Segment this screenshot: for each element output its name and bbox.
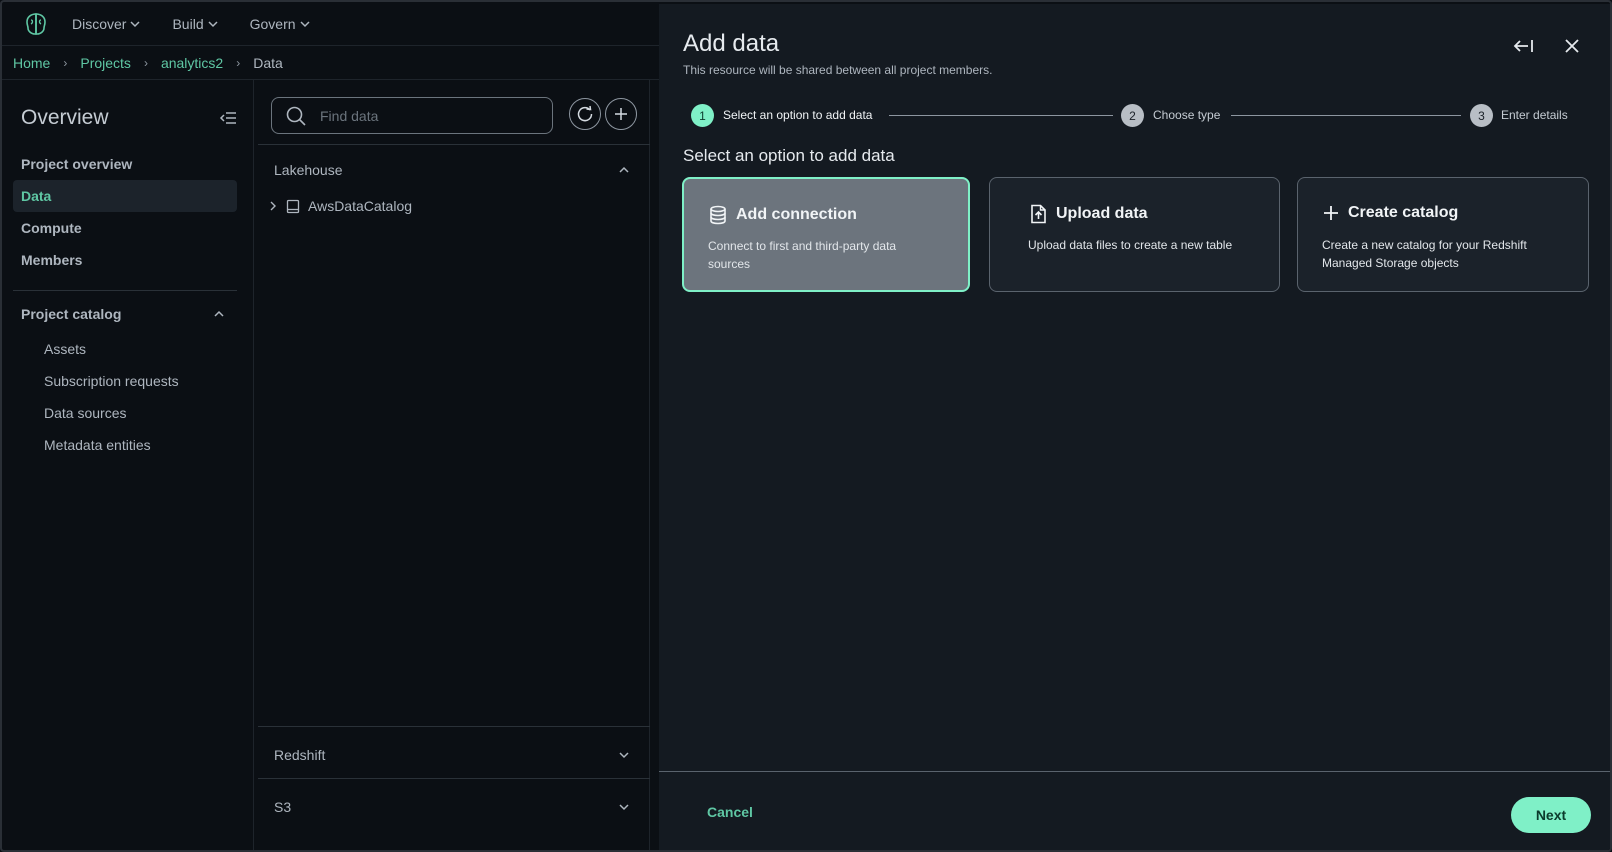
option-create-catalog[interactable]: Create catalog Create a new catalog for … xyxy=(1297,177,1589,292)
sidebar-subitem-metadata-entities[interactable]: Metadata entities xyxy=(44,437,151,453)
option-description: Create a new catalog for your Redshift M… xyxy=(1322,238,1527,270)
sidebar-item-project-catalog[interactable]: Project catalog xyxy=(13,298,237,330)
sidebar-subitem-data-sources[interactable]: Data sources xyxy=(44,405,126,421)
search-icon xyxy=(286,106,306,126)
chevron-right-icon: › xyxy=(63,55,68,70)
sidebar-item-project-overview[interactable]: Project overview xyxy=(13,148,237,180)
search-input[interactable] xyxy=(320,107,520,124)
step-3-label: Enter details xyxy=(1501,108,1568,122)
catalog-book-icon xyxy=(286,199,300,213)
nav-build[interactable]: Build xyxy=(172,15,218,32)
sidebar: Overview Project overview Data Compute M… xyxy=(2,80,254,850)
breadcrumb: Home › Projects › analytics2 › Data xyxy=(2,46,659,80)
stepper: 1 Select an option to add data 2 Choose … xyxy=(691,104,1571,128)
chevron-up-icon[interactable] xyxy=(618,164,630,176)
step-1-number: 1 xyxy=(691,104,714,127)
chevron-right-icon: › xyxy=(236,55,241,70)
chevron-down-icon xyxy=(208,20,218,27)
chevron-right-icon: › xyxy=(143,55,148,70)
tree-item-awsdatacatalog[interactable]: AwsDataCatalog xyxy=(268,198,412,214)
nav-discover[interactable]: Discover xyxy=(72,16,140,32)
add-data-drawer: Add data This resource will be shared be… xyxy=(659,4,1610,850)
data-panel: Lakehouse AwsDataCatalog Redshift S3 xyxy=(254,80,650,850)
plus-icon xyxy=(615,108,627,120)
add-button[interactable] xyxy=(605,98,637,130)
chevron-down-icon[interactable] xyxy=(618,749,630,761)
option-title-label: Create catalog xyxy=(1348,204,1459,221)
option-add-connection[interactable]: Add connection Connect to first and thir… xyxy=(682,177,970,292)
sidebar-item-label: Data xyxy=(21,188,52,204)
collapse-sidebar-icon[interactable] xyxy=(219,110,237,126)
breadcrumb-projects[interactable]: Projects xyxy=(80,55,131,71)
app-frame: Discover Build Govern Home › Projects › … xyxy=(0,0,1612,852)
sidebar-title: Overview xyxy=(21,106,109,129)
dock-left-button[interactable] xyxy=(1512,34,1536,58)
sidebar-item-data[interactable]: Data xyxy=(13,180,237,212)
sidebar-item-members[interactable]: Members xyxy=(13,244,237,276)
nav-build-label: Build xyxy=(172,15,204,32)
chevron-down-icon xyxy=(300,20,310,27)
tree-item-label: AwsDataCatalog xyxy=(308,198,413,214)
refresh-icon xyxy=(577,105,593,122)
option-title-label: Add connection xyxy=(736,206,857,223)
sidebar-divider xyxy=(13,290,237,291)
step-connector xyxy=(1231,115,1461,116)
step-2-label: Choose type xyxy=(1153,108,1221,122)
chevron-right-icon xyxy=(270,201,276,211)
sidebar-item-label: Project catalog xyxy=(21,306,122,322)
option-upload-data[interactable]: Upload data Upload data files to create … xyxy=(989,177,1280,292)
section-s3[interactable]: S3 xyxy=(274,799,291,815)
sidebar-subitem-subscription-requests[interactable]: Subscription requests xyxy=(44,373,179,389)
panel-divider xyxy=(258,726,650,727)
close-icon xyxy=(1565,39,1579,53)
sidebar-item-label: Compute xyxy=(21,220,82,236)
nav-govern[interactable]: Govern xyxy=(250,16,310,32)
footer-divider xyxy=(659,771,1610,772)
step-2-number: 2 xyxy=(1121,104,1144,127)
breadcrumb-home[interactable]: Home xyxy=(13,55,50,71)
file-upload-icon xyxy=(1031,204,1046,224)
search-box xyxy=(271,97,553,134)
brain-logo-icon[interactable] xyxy=(22,10,50,38)
nav-discover-label: Discover xyxy=(72,15,127,32)
plus-icon xyxy=(1324,206,1338,220)
panel-divider xyxy=(258,778,650,779)
option-title: Upload data xyxy=(1028,204,1148,224)
step-1-label: Select an option to add data xyxy=(723,108,873,122)
section-heading: Select an option to add data xyxy=(683,146,895,165)
refresh-button[interactable] xyxy=(569,98,601,130)
option-title: Create catalog xyxy=(1322,204,1458,222)
option-title-label: Upload data xyxy=(1056,205,1148,222)
drawer-subtitle: This resource will be shared between all… xyxy=(683,63,993,77)
section-redshift[interactable]: Redshift xyxy=(274,747,325,763)
sidebar-item-label: Members xyxy=(21,252,83,268)
step-3-number: 3 xyxy=(1470,104,1493,127)
close-button[interactable] xyxy=(1560,34,1584,58)
option-description: Connect to first and third-party data so… xyxy=(708,239,897,271)
arrow-left-to-bar-icon xyxy=(1513,40,1533,52)
option-description: Upload data files to create a new table xyxy=(1028,238,1233,252)
sidebar-subitem-assets[interactable]: Assets xyxy=(44,341,86,357)
next-button[interactable]: Next xyxy=(1511,797,1591,833)
section-lakehouse[interactable]: Lakehouse xyxy=(274,162,343,178)
drawer-title: Add data xyxy=(683,30,780,57)
breadcrumb-current: Data xyxy=(253,54,283,71)
cancel-button[interactable]: Cancel xyxy=(707,804,753,820)
top-nav: Discover Build Govern xyxy=(2,2,659,46)
panel-divider xyxy=(258,144,650,145)
sidebar-item-label: Project overview xyxy=(21,156,133,172)
step-connector xyxy=(889,115,1113,116)
option-title: Add connection xyxy=(708,205,857,225)
chevron-down-icon[interactable] xyxy=(618,801,630,813)
chevron-down-icon xyxy=(130,20,140,27)
chevron-up-icon[interactable] xyxy=(213,308,225,320)
breadcrumb-project[interactable]: analytics2 xyxy=(161,55,223,71)
database-icon xyxy=(710,205,726,225)
sidebar-item-compute[interactable]: Compute xyxy=(13,212,237,244)
nav-govern-label: Govern xyxy=(249,15,296,32)
